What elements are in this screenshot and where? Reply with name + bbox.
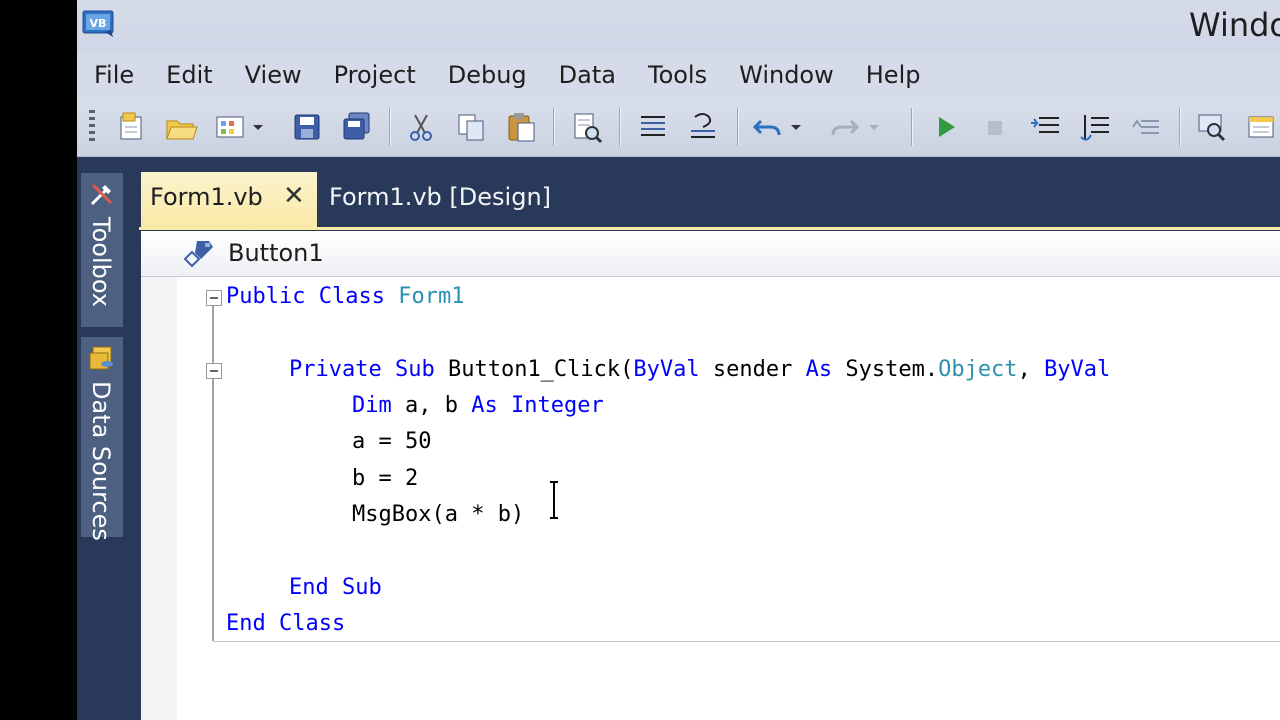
code-line-1: Public Class Form1 <box>226 282 464 312</box>
add-item-icon[interactable] <box>213 109 265 145</box>
toolbox-icon <box>87 179 117 209</box>
toolbox-label: Toolbox <box>87 217 115 307</box>
keyword: ByVal <box>633 357 700 382</box>
code-line-4: Dim a, b As Integer <box>352 391 604 421</box>
document-tabs: Form1.vb ✕ Form1.vb [Design] <box>139 170 1280 228</box>
code-line-10: End Class <box>226 609 345 639</box>
window-title: Windo <box>1189 6 1280 44</box>
keyword: ByVal <box>1044 357 1111 382</box>
menu-tools[interactable]: Tools <box>633 52 722 98</box>
standard-toolbar <box>77 98 1280 157</box>
outline-bottom-rule <box>213 641 1280 642</box>
param-name: sender <box>699 357 806 382</box>
tab-underline <box>139 227 1280 230</box>
properties-icon[interactable] <box>1243 109 1279 145</box>
save-icon[interactable] <box>289 109 325 145</box>
keyword: As <box>471 393 498 418</box>
code-line-3: Private Sub Button1_Click(ByVal sender A… <box>289 355 1110 385</box>
code-line-7: MsgBox(a * b) <box>352 502 525 527</box>
data-sources-icon <box>87 343 117 373</box>
separator: , <box>1017 357 1045 382</box>
step-out-icon[interactable] <box>1127 109 1163 145</box>
menu-view[interactable]: View <box>230 52 317 98</box>
namespace: System. <box>832 357 939 382</box>
close-icon[interactable]: ✕ <box>283 181 305 211</box>
menu-window[interactable]: Window <box>724 52 849 98</box>
editor-gutter <box>141 277 177 720</box>
member-icon <box>183 237 219 269</box>
member-dropdown[interactable]: Button1 <box>228 239 324 267</box>
step-over-icon[interactable] <box>1077 109 1113 145</box>
step-into-icon[interactable] <box>1027 109 1063 145</box>
keyword: End <box>226 611 266 636</box>
redo-icon[interactable] <box>829 109 881 145</box>
collapse-class-icon[interactable] <box>206 290 222 306</box>
new-project-icon[interactable] <box>113 109 149 145</box>
side-tool-strip: Toolbox Data Sources <box>77 157 139 720</box>
visual-basic-logo-icon: VB <box>81 8 115 38</box>
method-name: Button1_Click( <box>447 357 634 382</box>
toolbar-grip[interactable] <box>89 110 95 144</box>
menu-edit[interactable]: Edit <box>151 52 227 98</box>
cut-icon[interactable] <box>403 109 439 145</box>
stop-debugging-icon[interactable] <box>977 109 1013 145</box>
start-debugging-icon[interactable] <box>927 109 963 145</box>
toolbox-tab[interactable]: Toolbox <box>81 173 123 327</box>
keyword: Class <box>318 284 385 309</box>
tab-form1-vb-label: Form1.vb <box>150 183 263 211</box>
variables: a, b <box>391 393 472 418</box>
menu-project[interactable]: Project <box>319 52 431 98</box>
open-file-icon[interactable] <box>163 109 199 145</box>
solution-explorer-icon[interactable] <box>1193 109 1229 145</box>
menu-bar: File Edit View Project Debug Data Tools … <box>77 52 1280 98</box>
data-sources-tab[interactable]: Data Sources <box>81 337 123 541</box>
keyword: Sub <box>394 357 435 382</box>
keyword: Private <box>289 357 382 382</box>
type-name: Object <box>938 357 1018 382</box>
paste-icon[interactable] <box>503 109 539 145</box>
menu-help[interactable]: Help <box>851 52 936 98</box>
copy-icon[interactable] <box>453 109 489 145</box>
save-all-icon[interactable] <box>339 109 375 145</box>
collapse-sub-icon[interactable] <box>206 363 222 379</box>
keyword: Public <box>226 284 306 309</box>
code-line-9: End Sub <box>289 573 382 603</box>
comment-icon[interactable] <box>685 109 721 145</box>
data-sources-label: Data Sources <box>87 381 115 541</box>
menu-data[interactable]: Data <box>544 52 631 98</box>
code-line-6: b = 2 <box>352 466 419 491</box>
keyword: As <box>805 357 833 382</box>
keyword: End <box>289 575 329 600</box>
type-name: Integer <box>510 393 604 418</box>
type-name: Form1 <box>398 284 465 309</box>
menu-debug[interactable]: Debug <box>433 52 542 98</box>
keyword: Sub <box>342 575 382 600</box>
indent-icon[interactable] <box>635 109 671 145</box>
tab-form1-vb[interactable]: Form1.vb ✕ <box>141 172 317 228</box>
title-bar: VB Windo <box>77 0 1280 52</box>
code-editor[interactable]: Public Class Form1 Private Sub Button1_C… <box>141 277 1280 720</box>
outline-bracket <box>212 291 214 641</box>
member-navigation-bar: Button1 <box>141 231 1280 277</box>
keyword: Class <box>279 611 346 636</box>
keyword: Dim <box>352 393 392 418</box>
undo-icon[interactable] <box>751 109 803 145</box>
code-line-5: a = 50 <box>352 429 432 454</box>
ide-window: VB Windo File Edit View Project Debug Da… <box>77 0 1280 720</box>
text-cursor-icon <box>547 480 561 520</box>
find-icon[interactable] <box>569 109 605 145</box>
menu-file[interactable]: File <box>79 52 149 98</box>
tab-form1-design-label: Form1.vb [Design] <box>329 183 552 211</box>
svg-text:VB: VB <box>90 17 107 30</box>
